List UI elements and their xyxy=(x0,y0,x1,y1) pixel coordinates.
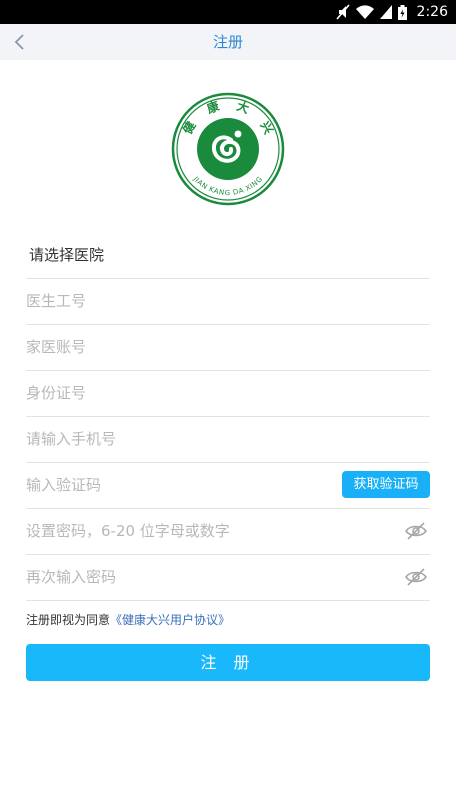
hospital-select-label: 请选择医院 xyxy=(29,246,105,264)
register-button[interactable]: 注 册 xyxy=(26,644,430,681)
page-title: 注册 xyxy=(212,33,243,51)
id-card-placeholder: 身份证号 xyxy=(26,384,87,402)
account-input[interactable]: 家医账号 xyxy=(26,325,430,371)
register-form: 请选择医院 医生工号 家医账号 身份证号 请输入手机号 输入验证码 获取验证码 … xyxy=(26,233,430,601)
agreement-prefix: 注册即视为同意 xyxy=(26,613,111,627)
password-confirm-placeholder: 再次输入密码 xyxy=(26,568,117,586)
status-time: 2:26 xyxy=(416,4,448,20)
signal-icon xyxy=(379,5,392,19)
doctor-id-placeholder: 医生工号 xyxy=(26,292,87,310)
id-card-input[interactable]: 身份证号 xyxy=(26,371,430,417)
app-logo: 健 康 大 兴 JIAN KANG DA XING xyxy=(171,92,285,206)
agreement-text: 注册即视为同意《健康大兴用户协议》 xyxy=(26,611,230,629)
password-input[interactable]: 设置密码，6-20 位字母或数字 xyxy=(26,509,430,555)
eye-off-icon[interactable] xyxy=(404,567,428,587)
code-input[interactable]: 输入验证码 获取验证码 xyxy=(26,463,430,509)
get-code-button[interactable]: 获取验证码 xyxy=(342,471,430,498)
password-confirm-input[interactable]: 再次输入密码 xyxy=(26,555,430,601)
status-bar: 2:26 xyxy=(0,0,456,24)
phone-input[interactable]: 请输入手机号 xyxy=(26,417,430,463)
password-placeholder: 设置密码，6-20 位字母或数字 xyxy=(26,522,230,540)
status-icons: 2:26 xyxy=(335,0,448,24)
battery-icon xyxy=(397,4,407,20)
account-placeholder: 家医账号 xyxy=(26,338,87,356)
doctor-id-input[interactable]: 医生工号 xyxy=(26,279,430,325)
wifi-icon xyxy=(355,5,374,19)
eye-off-icon[interactable] xyxy=(404,521,428,541)
phone-placeholder: 请输入手机号 xyxy=(26,430,117,448)
nav-bar: 注册 xyxy=(0,24,456,60)
agreement-link[interactable]: 《健康大兴用户协议》 xyxy=(110,613,230,627)
mute-icon xyxy=(335,4,350,20)
hospital-select[interactable]: 请选择医院 xyxy=(26,233,430,279)
code-placeholder: 输入验证码 xyxy=(26,476,102,494)
